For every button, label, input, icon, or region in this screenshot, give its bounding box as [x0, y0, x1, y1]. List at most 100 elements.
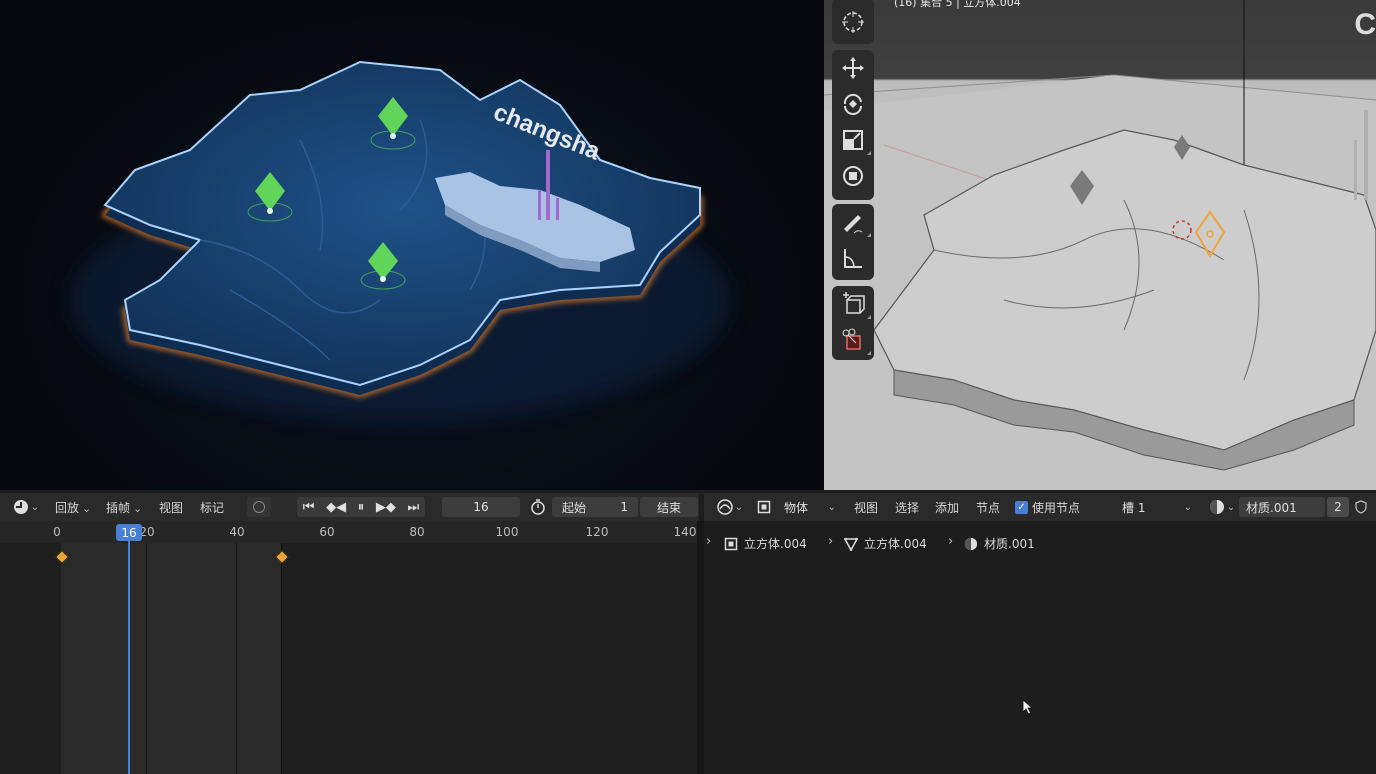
fake-user-button[interactable]	[1352, 497, 1370, 517]
shader-type-label: 物体	[784, 500, 809, 515]
material-name-field[interactable]: 材质.001	[1239, 497, 1325, 517]
tick-label: 120	[585, 525, 609, 539]
scissors-cube-icon	[842, 328, 861, 350]
render-viewport: changsha	[0, 0, 824, 490]
tick-label: 0	[53, 525, 61, 539]
knife-cube-tool-button[interactable]	[832, 322, 874, 358]
end-frame-line	[281, 543, 282, 774]
object-type-button[interactable]	[754, 497, 774, 517]
editor-type-button[interactable]: ⌄	[10, 497, 42, 517]
rotate-tool-button[interactable]	[832, 86, 874, 122]
use-nodes-checkbox[interactable]: ✓ 使用节点	[1015, 499, 1080, 516]
viewport-mesh-scene	[824, 0, 1376, 490]
object-square-icon	[757, 500, 771, 514]
clock-icon	[13, 500, 28, 514]
scale-tool-button[interactable]	[832, 122, 874, 158]
tick-label: 80	[409, 525, 425, 539]
add-menu[interactable]: 添加	[935, 499, 959, 516]
keying-menu[interactable]: 插帧	[106, 499, 142, 516]
add-cube-tool-button[interactable]	[832, 286, 874, 322]
measure-icon	[844, 249, 862, 268]
jump-start-icon[interactable]: ⏮	[303, 500, 315, 515]
end-frame-field[interactable]: 结束	[640, 497, 698, 517]
slot-label: 槽 1	[1122, 500, 1146, 515]
shader-editor-header: ⌄ 物体 ⌄ 视图 选择 添加 节点 ✓ 使用节点 槽 1 ⌄ ⌄ 材质.001…	[704, 493, 1376, 521]
breadcrumb-material-label: 材质.001	[984, 537, 1035, 551]
scale-icon	[843, 130, 863, 150]
add-cube-icon	[843, 292, 865, 314]
stopwatch-icon	[531, 499, 545, 515]
transform-icon	[843, 166, 863, 186]
tick-label: 100	[495, 525, 519, 539]
preview-range-toggle[interactable]	[528, 497, 548, 517]
view-menu[interactable]: 视图	[854, 499, 878, 516]
view-menu[interactable]: 视图	[159, 499, 183, 516]
shader-node-editor[interactable]: › 立方体.004 › 立方体.004 › 材质.001	[704, 521, 1376, 774]
transform-tool-group	[832, 50, 874, 200]
start-value: 1	[620, 500, 628, 514]
frame-range	[61, 543, 281, 774]
shader-icon	[717, 499, 733, 515]
checkbox-checked-icon: ✓	[1015, 501, 1028, 514]
next-keyframe-icon[interactable]: ▶◆	[376, 500, 396, 515]
tick-label: 40	[229, 525, 245, 539]
timeline-header: ⌄ 回放 插帧 视图 标记 ⏮ ◆◀ ⏸ ▶◆ ⏭ 16 起始 1 结束	[0, 493, 699, 521]
start-label: 起始	[562, 500, 587, 515]
current-frame-field[interactable]: 16	[442, 497, 520, 517]
move-icon	[842, 57, 864, 79]
shader-type-dropdown[interactable]: 物体 ⌄	[778, 497, 842, 517]
end-label: 结束	[656, 500, 681, 515]
measure-tool-button[interactable]	[832, 240, 874, 276]
chevron-right-icon: ›	[828, 534, 834, 549]
record-icon	[253, 501, 265, 513]
breadcrumb-object: 立方体.004	[724, 535, 807, 552]
slot-dropdown[interactable]: 槽 1 ⌄	[1114, 497, 1200, 517]
shield-icon	[1355, 500, 1367, 514]
playhead-line[interactable]	[128, 535, 130, 774]
marker-menu[interactable]: 标记	[200, 499, 224, 516]
timeline-area[interactable]: 0 20 40 60 80 100 120 140 16	[0, 521, 697, 774]
material-user-count[interactable]: 2	[1327, 497, 1349, 517]
mouse-pointer-icon	[1022, 699, 1034, 715]
breadcrumb-mesh-label: 立方体.004	[864, 537, 927, 551]
tick-label: 60	[319, 525, 335, 539]
use-nodes-label: 使用节点	[1032, 501, 1081, 515]
rotate-icon	[843, 93, 862, 115]
annotate-tool-button[interactable]	[832, 204, 874, 240]
annotate-icon	[844, 215, 863, 234]
transform-tool-button[interactable]	[832, 158, 874, 194]
gridline	[146, 543, 147, 774]
playhead-frame-indicator[interactable]: 16	[116, 524, 142, 541]
prev-keyframe-icon[interactable]: ◆◀	[326, 500, 346, 515]
editor-type-button[interactable]: ⌄	[714, 497, 746, 517]
area-divider[interactable]	[697, 521, 704, 774]
tick-label: 140	[673, 525, 697, 539]
breadcrumb-object-label: 立方体.004	[744, 537, 807, 551]
timeline-ruler[interactable]: 0 20 40 60 80 100 120 140	[0, 521, 697, 543]
cursor-tool-button[interactable]	[832, 4, 874, 40]
jump-end-icon[interactable]: ⏭	[407, 500, 419, 515]
object-square-icon	[724, 537, 738, 550]
chevron-right-icon: ›	[948, 534, 954, 549]
select-menu[interactable]: 选择	[895, 499, 919, 516]
playback-menu[interactable]: 回放	[55, 499, 91, 516]
cursor-icon	[842, 11, 864, 33]
chevron-right-icon: ›	[706, 534, 712, 549]
mesh-tool-group	[832, 286, 874, 360]
node-menu[interactable]: 节点	[976, 499, 1000, 516]
3d-viewport[interactable]: (16) 集合 5 | 立方体.004 C	[824, 0, 1376, 490]
mesh-triangle-icon	[844, 537, 858, 551]
material-sphere-icon	[964, 537, 978, 550]
cursor-tool-group	[832, 0, 874, 44]
playback-controls: ⏮ ◆◀ ⏸ ▶◆ ⏭	[297, 497, 425, 517]
material-browse-button[interactable]: ⌄	[1207, 497, 1237, 517]
auto-keying-toggle[interactable]	[247, 497, 271, 517]
render-map-scene: changsha	[70, 60, 730, 420]
material-sphere-icon	[1209, 500, 1224, 514]
move-tool-button[interactable]	[832, 50, 874, 86]
start-frame-field[interactable]: 起始 1	[552, 497, 638, 517]
breadcrumb-material: 材质.001	[964, 535, 1035, 552]
annotate-tool-group	[832, 204, 874, 280]
pause-icon[interactable]: ⏸	[358, 500, 365, 515]
breadcrumb-mesh: 立方体.004	[844, 535, 927, 552]
